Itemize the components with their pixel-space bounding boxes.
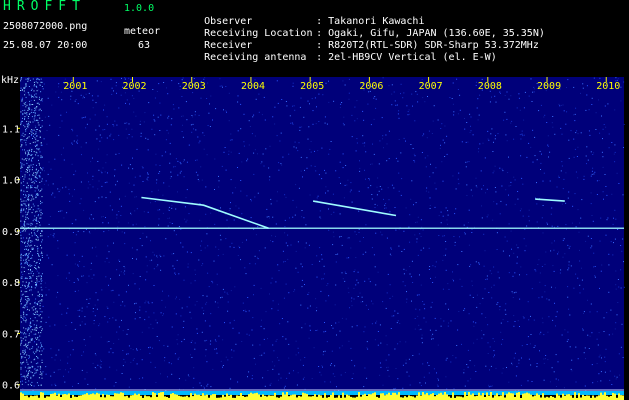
x-tick-label: 2007 (419, 81, 443, 92)
x-tick-label: 2006 (359, 81, 383, 92)
x-tick-label: 2001 (63, 81, 87, 92)
spectrogram-chart: 1.1 1.0 0.9 0.8 0.7 0.6 kHz 2001 2002 2003 2004 200… (1, 75, 625, 400)
info-value: : 2el-HB9CV Vertical (el. E-W) (316, 52, 497, 63)
app-version: 1.0.0 (124, 3, 155, 14)
y-tick-label: 0.6 (2, 381, 20, 392)
y-tick-label: 1.0 (2, 176, 20, 187)
app-logo: HROFFT (3, 0, 86, 14)
info-key: Receiving antenna (204, 52, 307, 63)
y-tick-label: 0.8 (2, 278, 20, 289)
bottom-band (20, 391, 624, 395)
x-tick-label: 2010 (596, 81, 620, 92)
x-tick-label: 2004 (241, 81, 265, 92)
file-name: 2508072000.png (3, 21, 88, 32)
x-tick-label: 2003 (182, 81, 206, 92)
x-tick-label: 2002 (123, 81, 147, 92)
info-antenna: Receiving antenna : 2el-HB9CV Vertical (e… (180, 40, 497, 76)
meteor-label: meteor (124, 26, 161, 37)
y-tick-label: 0.7 (2, 329, 20, 340)
x-tick-label: 2009 (537, 81, 561, 92)
spectrogram-plot-area (20, 77, 624, 395)
y-tick-label: 0.9 (2, 227, 20, 238)
header: HROFFT 1.0.0 2508072000.png 25.08.07 20:… (0, 0, 629, 72)
observation-datetime: 25.08.07 20:00 (3, 40, 88, 51)
x-tick-label: 2008 (478, 81, 502, 92)
y-tick-label: 1.1 (2, 124, 20, 135)
x-tick-label: 2005 (300, 81, 324, 92)
meteor-count: 63 (138, 40, 151, 51)
y-axis-label: kHz (1, 75, 19, 86)
